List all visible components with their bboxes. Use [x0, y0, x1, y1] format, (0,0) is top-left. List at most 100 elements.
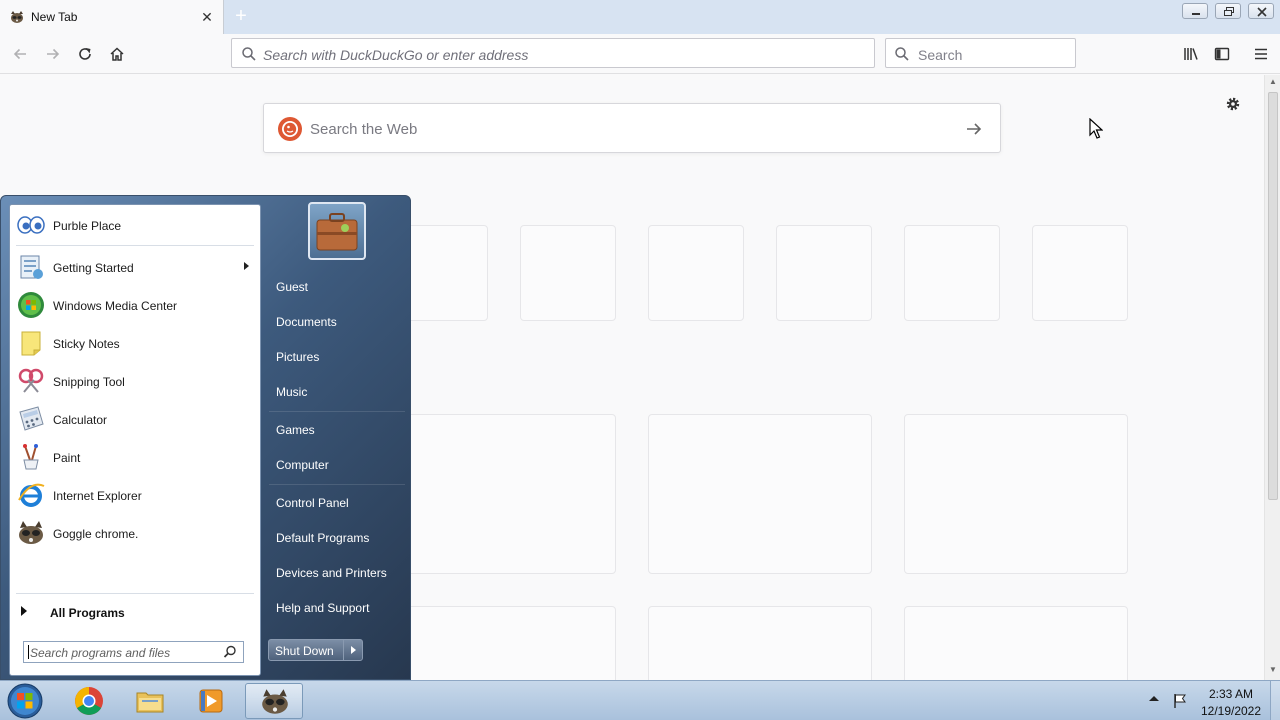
program-label: Purble Place — [53, 219, 122, 233]
menu-button[interactable] — [1248, 41, 1274, 67]
top-site-tile[interactable] — [520, 225, 616, 321]
user-avatar[interactable] — [308, 202, 366, 260]
all-programs-button[interactable]: All Programs — [12, 600, 258, 624]
home-button[interactable] — [104, 41, 130, 67]
back-button[interactable] — [7, 41, 33, 67]
hamburger-menu-icon — [1255, 48, 1267, 60]
calculator-icon — [19, 406, 44, 431]
search-icon — [895, 47, 909, 61]
highlight-card[interactable] — [648, 414, 872, 574]
program-item-sticky-notes[interactable]: Sticky Notes — [12, 325, 258, 361]
search-input[interactable]: Search — [885, 38, 1076, 68]
program-item-windows-media-center[interactable]: Windows Media Center — [12, 287, 258, 323]
new-tab-button[interactable]: + — [230, 6, 252, 28]
program-item-paint[interactable]: Paint — [12, 439, 258, 475]
clock-date[interactable]: 12/19/2022 — [1196, 704, 1266, 718]
place-item-games[interactable]: Games — [267, 416, 407, 444]
search-placeholder: Search — [918, 47, 963, 63]
taskbar-windows-explorer[interactable] — [121, 683, 179, 719]
gear-icon[interactable] — [1224, 95, 1242, 113]
internet-explorer-icon — [18, 483, 45, 507]
highlight-card[interactable] — [904, 414, 1128, 574]
place-item-pictures[interactable]: Pictures — [267, 343, 407, 371]
scroll-down-icon[interactable]: ▼ — [1269, 665, 1277, 674]
place-label: Help and Support — [276, 601, 370, 615]
restore-icon — [1224, 7, 1234, 16]
show-hidden-icons-icon[interactable] — [1149, 696, 1159, 701]
program-label: Goggle chrome. — [53, 527, 139, 541]
highlight-card[interactable] — [392, 414, 616, 574]
reload-icon — [79, 48, 91, 60]
place-item-documents[interactable]: Documents — [267, 308, 407, 336]
scroll-up-icon[interactable]: ▲ — [1269, 77, 1277, 86]
shut-down-button[interactable]: Shut Down — [268, 639, 344, 661]
close-window-button[interactable] — [1248, 3, 1274, 19]
close-tab-icon[interactable]: ✕ — [199, 9, 215, 25]
tab-new-tab[interactable]: New Tab ✕ — [0, 0, 224, 34]
scroll-thumb[interactable] — [1268, 92, 1278, 500]
web-search-placeholder: Search the Web — [310, 121, 418, 138]
start-search-placeholder: Search programs and files — [30, 646, 171, 660]
navigation-toolbar: Search with DuckDuckGo or enter address … — [0, 34, 1280, 74]
paint-icon — [23, 444, 39, 470]
arrow-right-icon[interactable] — [964, 119, 984, 139]
place-item-control-panel[interactable]: Control Panel — [267, 489, 407, 517]
start-menu: Purble Place Getting Started Windows Med… — [0, 195, 411, 680]
top-site-tile[interactable] — [776, 225, 872, 321]
reload-button[interactable] — [72, 41, 98, 67]
close-icon — [1257, 7, 1267, 17]
windows-orb-icon — [7, 683, 43, 719]
place-item-default-programs[interactable]: Default Programs — [267, 524, 407, 552]
url-bar[interactable]: Search with DuckDuckGo or enter address — [231, 38, 875, 68]
title-bar: New Tab ✕ + — [0, 0, 1280, 34]
top-site-tile[interactable] — [648, 225, 744, 321]
program-label: Internet Explorer — [53, 489, 142, 503]
program-item-internet-explorer[interactable]: Internet Explorer — [12, 477, 258, 513]
place-item-devices-and-printers[interactable]: Devices and Printers — [267, 559, 407, 587]
top-site-tile[interactable] — [1032, 225, 1128, 321]
show-desktop-button[interactable] — [1270, 681, 1280, 720]
minimize-button[interactable] — [1182, 3, 1208, 19]
folder-icon — [136, 692, 164, 713]
taskbar-media-player[interactable] — [182, 683, 240, 719]
shut-down-options-button[interactable] — [343, 639, 363, 661]
program-label: Windows Media Center — [53, 299, 178, 313]
duckduckgo-logo-icon — [278, 117, 302, 141]
place-item-computer[interactable]: Computer — [267, 451, 407, 479]
search-icon[interactable] — [223, 645, 237, 659]
programs-pane: Purble Place Getting Started Windows Med… — [9, 204, 261, 676]
top-site-tile[interactable] — [904, 225, 1000, 321]
raccoon-icon — [11, 11, 23, 23]
place-item-guest[interactable]: Guest — [267, 273, 407, 301]
place-item-music[interactable]: Music — [267, 378, 407, 406]
program-item-goggle-chrome[interactable]: Goggle chrome. — [12, 515, 258, 551]
divider — [16, 245, 254, 246]
triangle-right-icon — [21, 606, 27, 616]
place-label: Default Programs — [276, 531, 370, 545]
chrome-icon — [75, 687, 103, 715]
program-item-snipping-tool[interactable]: Snipping Tool — [12, 363, 258, 399]
place-label: Pictures — [276, 350, 320, 364]
forward-button[interactable] — [40, 41, 66, 67]
place-label: Music — [276, 385, 308, 399]
program-item-getting-started[interactable]: Getting Started — [12, 249, 258, 285]
library-button[interactable] — [1178, 41, 1204, 67]
program-item-calculator[interactable]: Calculator — [12, 401, 258, 437]
minimize-icon — [1192, 13, 1200, 15]
program-label: Paint — [53, 451, 81, 465]
place-item-help-and-support[interactable]: Help and Support — [267, 594, 407, 622]
web-search-box[interactable]: Search the Web — [263, 103, 1001, 153]
start-button[interactable] — [2, 682, 48, 720]
divider — [269, 484, 405, 485]
home-icon — [110, 47, 124, 61]
clock-time[interactable]: 2:33 AM — [1196, 687, 1266, 701]
taskbar-chrome[interactable] — [60, 683, 118, 719]
vertical-scrollbar[interactable]: ▲ ▼ — [1264, 75, 1280, 680]
program-item-purble-place[interactable]: Purble Place — [12, 207, 258, 243]
restore-button[interactable] — [1215, 3, 1241, 19]
taskbar-goggle-chrome[interactable] — [245, 683, 303, 719]
action-center-flag-icon[interactable] — [1172, 693, 1188, 709]
start-search-input[interactable]: Search programs and files — [23, 641, 244, 663]
taskbar: 2:33 AM 12/19/2022 — [0, 680, 1280, 720]
sidebar-button[interactable] — [1209, 41, 1235, 67]
